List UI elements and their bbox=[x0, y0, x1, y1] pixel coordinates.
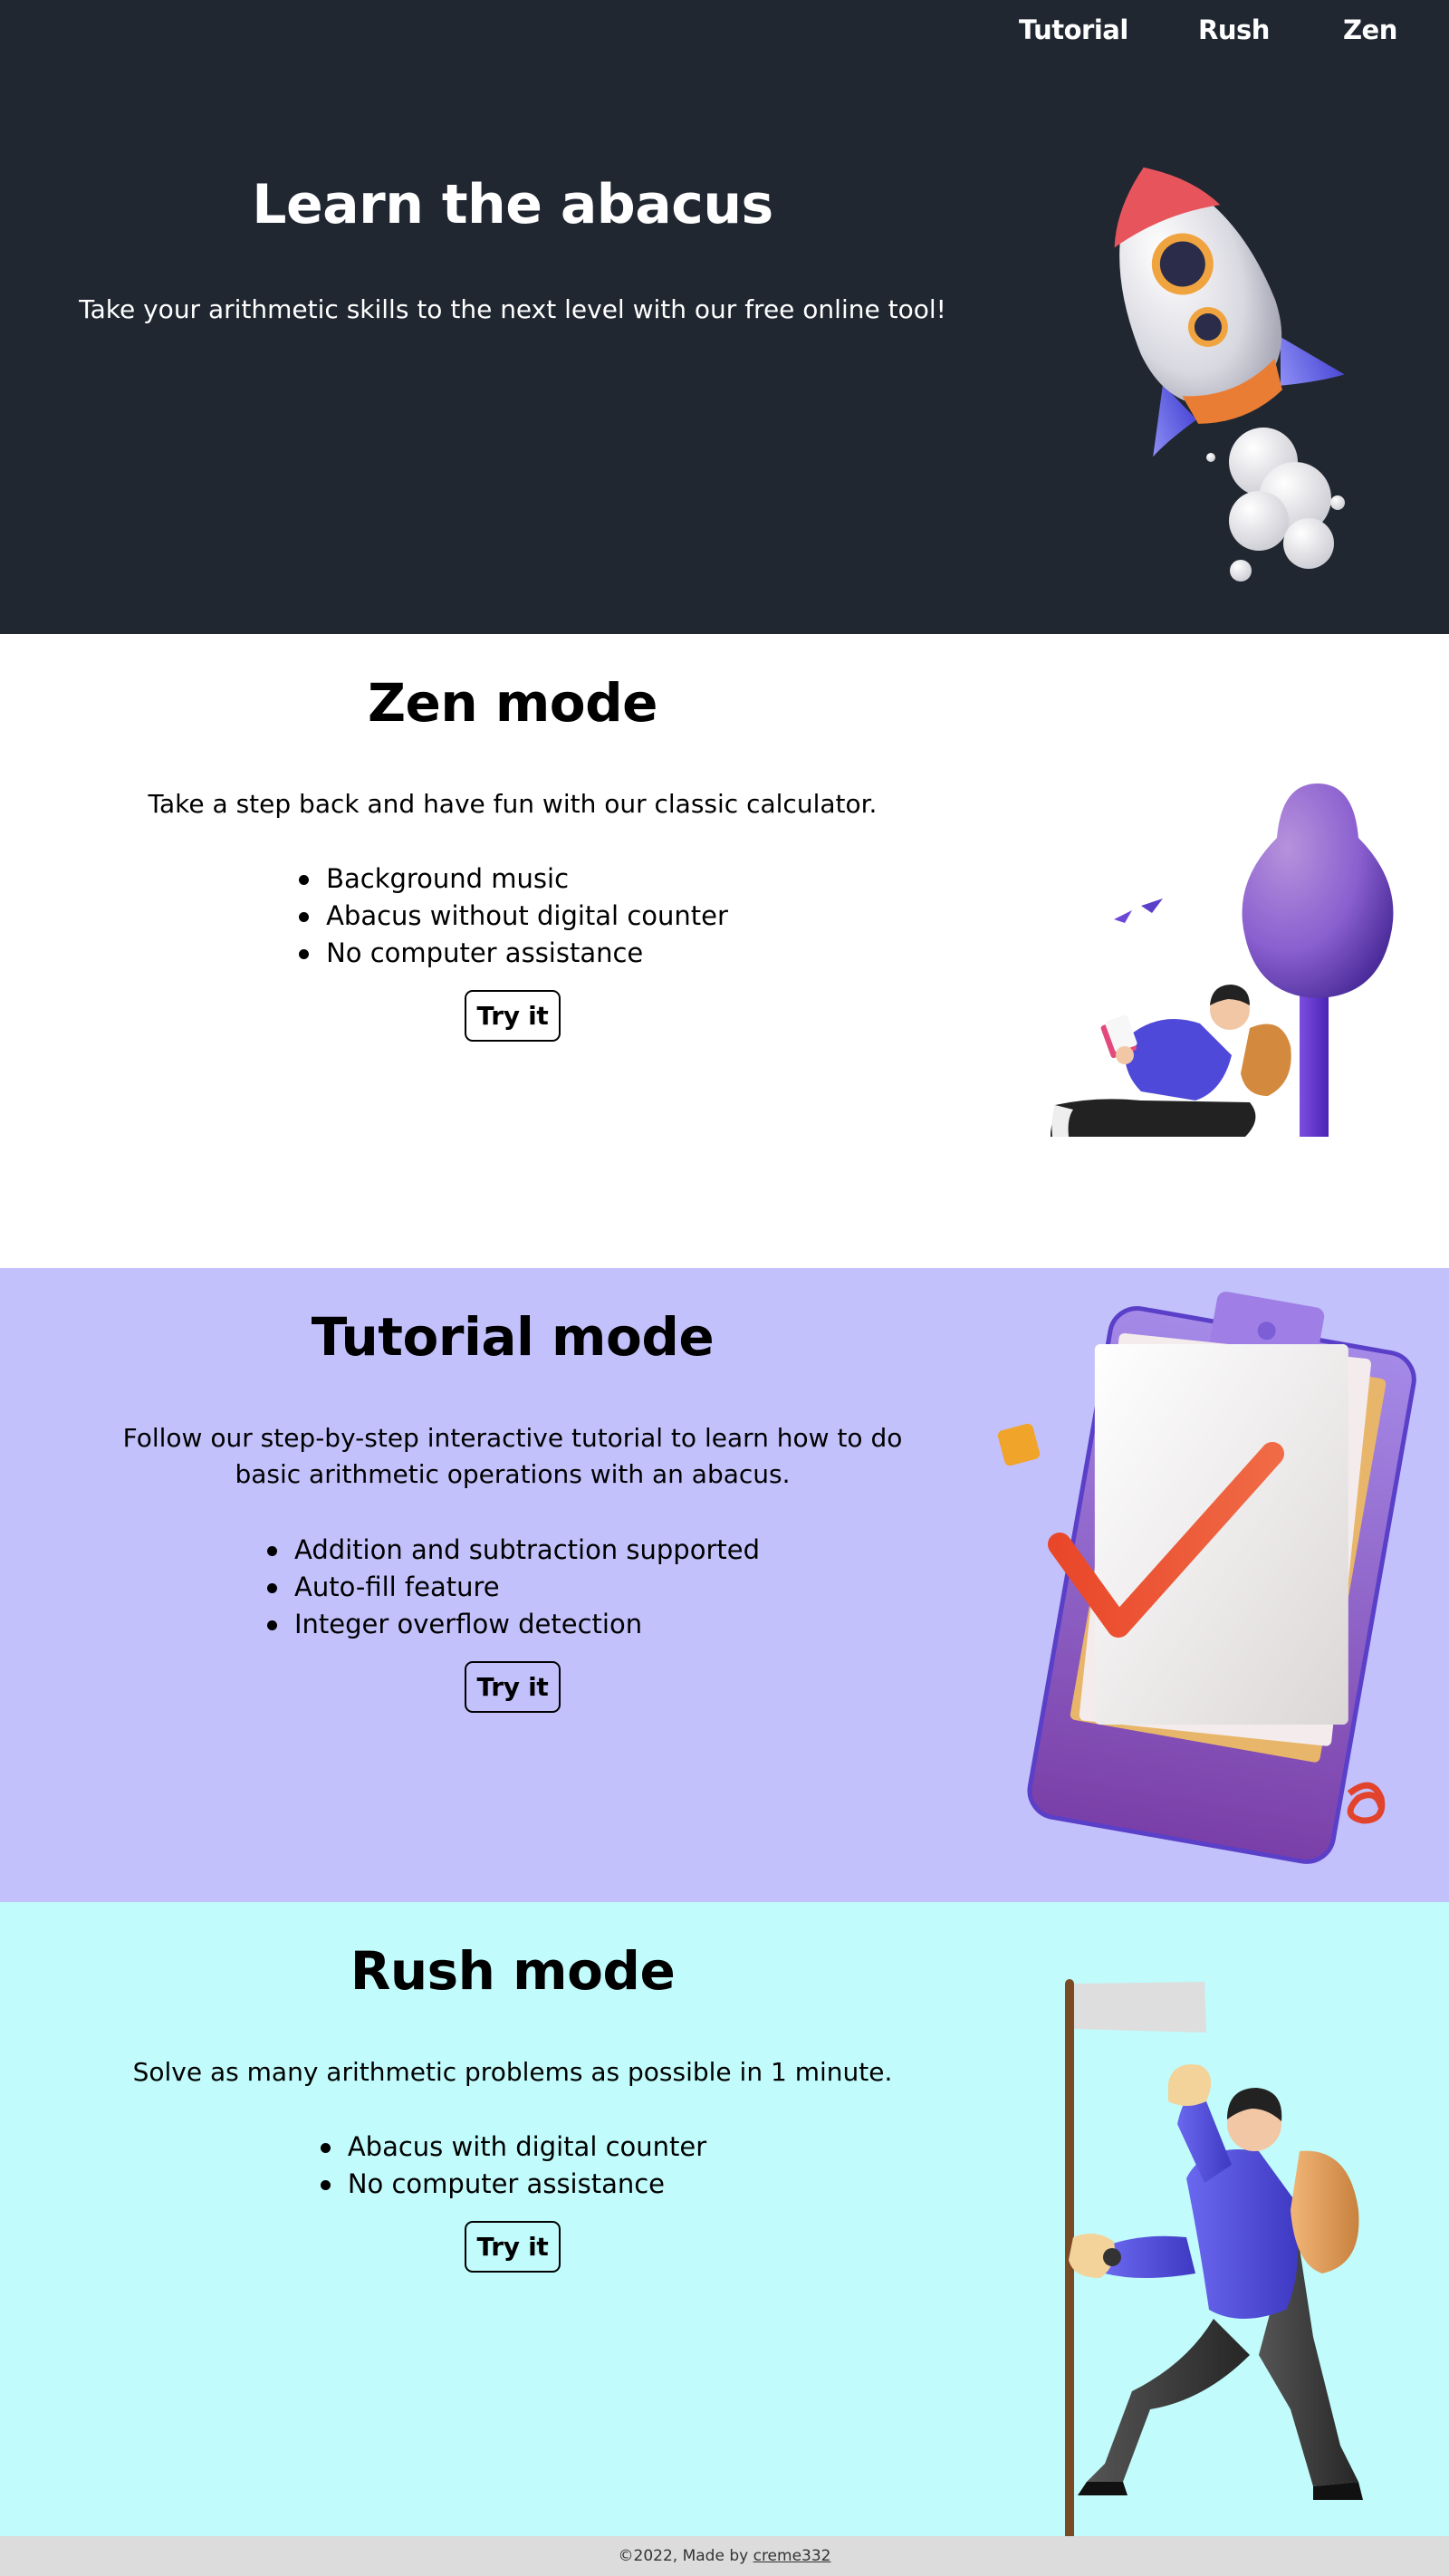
zen-title: Zen mode bbox=[367, 672, 658, 734]
rush-description: Solve as many arithmetic problems as pos… bbox=[132, 2056, 893, 2087]
rush-try-it-button[interactable]: Try it bbox=[465, 2221, 561, 2273]
tutorial-description: Follow our step-by-step interactive tuto… bbox=[122, 1422, 903, 1490]
top-nav: Tutorial Rush Zen bbox=[0, 0, 1449, 63]
rush-title: Rush mode bbox=[350, 1940, 676, 2002]
footer-author-link[interactable]: creme332 bbox=[753, 2547, 831, 2565]
footer: ©2022, Made by creme332 bbox=[0, 2536, 1449, 2576]
tutorial-try-it-button[interactable]: Try it bbox=[465, 1660, 561, 1713]
list-item: Integer overflow detection bbox=[265, 1606, 760, 1643]
zen-description: Take a step back and have fun with our c… bbox=[148, 788, 878, 819]
footer-copyright: ©2022, Made by bbox=[618, 2547, 753, 2565]
list-item: Abacus without digital counter bbox=[297, 898, 728, 935]
list-item: No computer assistance bbox=[297, 935, 728, 972]
list-item: Abacus with digital counter bbox=[319, 2129, 706, 2166]
zen-try-it-button[interactable]: Try it bbox=[465, 990, 561, 1043]
tutorial-mode-section: Tutorial mode Follow our step-by-step in… bbox=[0, 1268, 1449, 1902]
zen-mode-section: Zen mode Take a step back and have fun w… bbox=[0, 634, 1449, 1268]
clipboard-checkmark-illustration bbox=[997, 1291, 1416, 1864]
nav-link-tutorial[interactable]: Tutorial bbox=[1019, 14, 1128, 45]
hiker-with-flag-illustration bbox=[1065, 1979, 1363, 2550]
hero-section: Learn the abacus Take your arithmetic sk… bbox=[0, 0, 1449, 634]
person-reading-under-tree-illustration bbox=[1051, 783, 1394, 1137]
hero-title: Learn the abacus bbox=[252, 173, 773, 236]
rocket-illustration bbox=[1114, 167, 1345, 582]
list-item: Addition and subtraction supported bbox=[265, 1532, 760, 1569]
nav-link-zen[interactable]: Zen bbox=[1343, 14, 1397, 45]
zen-feature-list: Background music Abacus without digital … bbox=[297, 860, 728, 972]
list-item: Background music bbox=[297, 860, 728, 898]
list-item: No computer assistance bbox=[319, 2166, 706, 2203]
rush-feature-list: Abacus with digital counter No computer … bbox=[319, 2129, 706, 2203]
tutorial-feature-list: Addition and subtraction supported Auto-… bbox=[265, 1532, 760, 1643]
nav-link-rush[interactable]: Rush bbox=[1198, 14, 1270, 45]
hero-subtitle: Take your arithmetic skills to the next … bbox=[79, 294, 946, 324]
list-item: Auto-fill feature bbox=[265, 1569, 760, 1606]
rush-mode-section: Rush mode Solve as many arithmetic probl… bbox=[0, 1902, 1449, 2550]
tutorial-title: Tutorial mode bbox=[311, 1306, 715, 1368]
